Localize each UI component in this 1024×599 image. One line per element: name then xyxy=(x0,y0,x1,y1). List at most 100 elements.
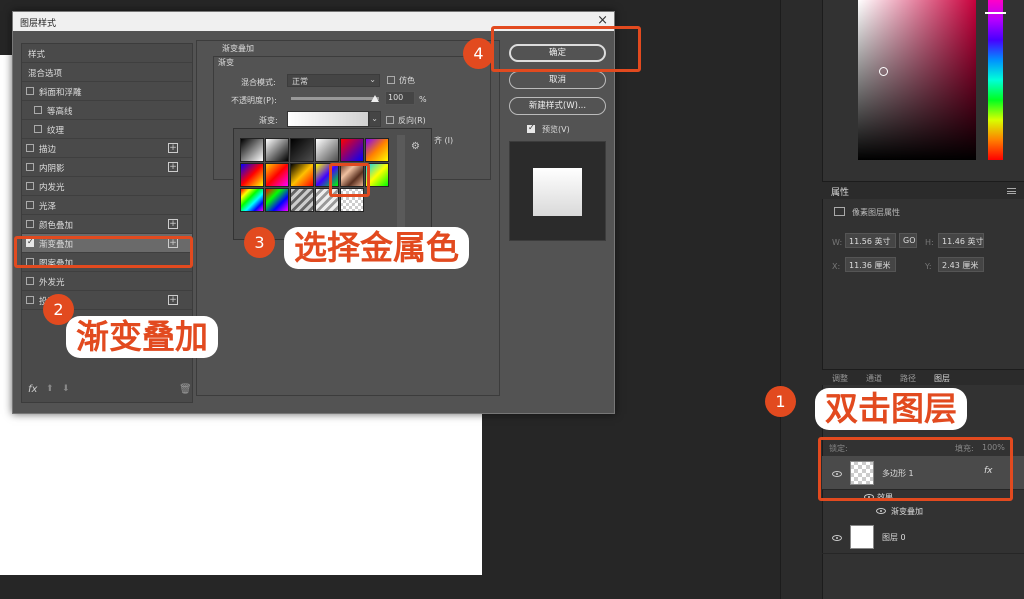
tab-channels[interactable]: 通道 xyxy=(866,373,882,384)
style-item[interactable]: 等高线 xyxy=(22,101,192,120)
properties-menu-icon[interactable] xyxy=(1007,188,1016,194)
style-checkbox[interactable] xyxy=(34,125,42,133)
x-field[interactable]: 11.36 厘米 xyxy=(845,257,896,272)
opacity-slider[interactable] xyxy=(291,97,379,100)
dither-label: 仿色 xyxy=(399,76,415,85)
color-picker-field[interactable] xyxy=(858,0,976,160)
gradient-swatch[interactable] xyxy=(365,138,389,162)
y-field[interactable]: 2.43 厘米 xyxy=(938,257,984,272)
step-3-label: 选择金属色 xyxy=(284,227,469,269)
align-label: 齐 (I) xyxy=(434,136,454,145)
style-item[interactable]: 斜面和浮雕 xyxy=(22,82,192,101)
tab-paths[interactable]: 路径 xyxy=(900,373,916,384)
style-item[interactable]: 光泽 xyxy=(22,196,192,215)
style-checkbox[interactable] xyxy=(34,106,42,114)
move-up-icon[interactable]: ⬆ xyxy=(46,384,54,394)
hue-slider[interactable] xyxy=(988,0,1003,160)
gradient-swatch[interactable] xyxy=(240,138,264,162)
style-checkbox[interactable] xyxy=(26,87,34,95)
chevron-down-icon: ⌄ xyxy=(371,114,378,123)
chevron-down-icon: ⌄ xyxy=(369,75,376,84)
style-checkbox[interactable] xyxy=(26,220,34,228)
blend-mode-select[interactable]: 正常 ⌄ xyxy=(287,74,380,87)
styles-header-label: 样式 xyxy=(28,50,46,60)
color-picker-cursor[interactable] xyxy=(879,67,888,76)
gradient-swatch[interactable] xyxy=(240,188,264,212)
style-checkbox[interactable] xyxy=(26,277,34,285)
properties-subtitle: 像素图层属性 xyxy=(852,208,900,217)
add-effect-icon[interactable]: + xyxy=(168,143,178,153)
y-label: Y: xyxy=(925,262,932,271)
effect-gradient-overlay[interactable]: 渐变叠加 xyxy=(891,506,923,517)
gradient-swatch[interactable] xyxy=(265,188,289,212)
style-item-label: 等高线 xyxy=(47,107,73,117)
gradient-swatch[interactable] xyxy=(240,163,264,187)
new-style-button[interactable]: 新建样式(W)... xyxy=(509,97,606,115)
reverse-label: 反向(R) xyxy=(398,116,426,125)
callout-ok-button xyxy=(491,26,641,72)
gear-icon[interactable]: ⚙ xyxy=(411,141,420,152)
width-field[interactable]: 11.56 英寸 xyxy=(845,233,896,248)
reverse-checkbox[interactable] xyxy=(386,116,394,124)
picker-scrollbar[interactable] xyxy=(397,135,405,230)
preview-label: 预览(V) xyxy=(542,125,570,134)
tab-layers[interactable]: 图层 xyxy=(934,373,950,384)
gradient-swatch[interactable] xyxy=(265,138,289,162)
styles-header[interactable]: 样式 xyxy=(22,44,192,63)
properties-header: 属性 xyxy=(822,181,1024,199)
gradient-swatch[interactable] xyxy=(340,138,364,162)
dither-checkbox[interactable] xyxy=(387,76,395,84)
add-effect-icon[interactable]: + xyxy=(168,162,178,172)
cancel-button[interactable]: 取消 xyxy=(509,71,606,89)
height-field[interactable]: 11.46 英寸 xyxy=(938,233,984,248)
gradient-preview-bar[interactable] xyxy=(287,111,369,127)
layers-tabbar: 调整 通道 路径 图层 xyxy=(822,369,1024,385)
properties-title: 属性 xyxy=(831,188,850,198)
style-checkbox[interactable] xyxy=(26,296,34,304)
opacity-input[interactable]: 100 xyxy=(385,91,415,105)
opacity-slider-handle[interactable] xyxy=(371,95,379,102)
style-item[interactable]: 外发光 xyxy=(22,272,192,291)
gradient-swatch[interactable] xyxy=(290,138,314,162)
style-item-label: 内发光 xyxy=(39,183,65,193)
style-checkbox[interactable] xyxy=(26,144,34,152)
style-checkbox[interactable] xyxy=(26,201,34,209)
add-effect-icon[interactable]: + xyxy=(168,219,178,229)
move-down-icon[interactable]: ⬇ xyxy=(62,384,70,394)
layer-row-background[interactable]: 图层 0 xyxy=(822,520,1024,554)
link-dimensions-icon[interactable]: GO xyxy=(899,233,917,248)
style-item[interactable]: 颜色叠加 + xyxy=(22,215,192,234)
gradient-swatch[interactable] xyxy=(290,188,314,212)
gradient-dropdown-button[interactable]: ⌄ xyxy=(369,111,381,127)
layer-thumbnail xyxy=(850,525,874,549)
gradient-label: 渐变: xyxy=(259,116,278,125)
preview-checkbox[interactable] xyxy=(527,123,535,133)
callout-layer-row xyxy=(818,437,1013,501)
style-item-label: 外发光 xyxy=(39,278,65,288)
trash-icon[interactable]: 🗑 xyxy=(179,384,192,395)
style-item-label: 描边 xyxy=(39,145,57,155)
layer-name[interactable]: 图层 0 xyxy=(882,532,906,543)
dialog-title: 图层样式 xyxy=(20,19,57,29)
style-checkbox[interactable] xyxy=(26,182,34,190)
w-label: W: xyxy=(832,238,843,247)
blend-mode-value: 正常 xyxy=(292,77,308,86)
effect-eye-icon[interactable] xyxy=(876,508,886,514)
tab-adjustments[interactable]: 调整 xyxy=(832,373,848,384)
style-item[interactable]: 纹理 xyxy=(22,120,192,139)
gradient-swatch[interactable] xyxy=(315,138,339,162)
step-2-label: 渐变叠加 xyxy=(66,316,218,358)
step-1-label: 双击图层 xyxy=(815,388,967,430)
hue-slider-handle[interactable] xyxy=(985,12,1006,14)
add-effect-icon[interactable]: + xyxy=(168,295,178,305)
style-item[interactable]: 描边 + xyxy=(22,139,192,158)
style-item[interactable]: 内发光 xyxy=(22,177,192,196)
style-item-label: 斜面和浮雕 xyxy=(39,88,82,98)
blending-options[interactable]: 混合选项 xyxy=(22,63,192,82)
visibility-eye-icon[interactable] xyxy=(832,535,842,541)
gradient-swatch[interactable] xyxy=(265,163,289,187)
style-checkbox[interactable] xyxy=(26,163,34,171)
style-item[interactable]: 内阴影 + xyxy=(22,158,192,177)
fx-menu-icon[interactable]: fx xyxy=(28,384,37,395)
gradient-swatch[interactable] xyxy=(290,163,314,187)
